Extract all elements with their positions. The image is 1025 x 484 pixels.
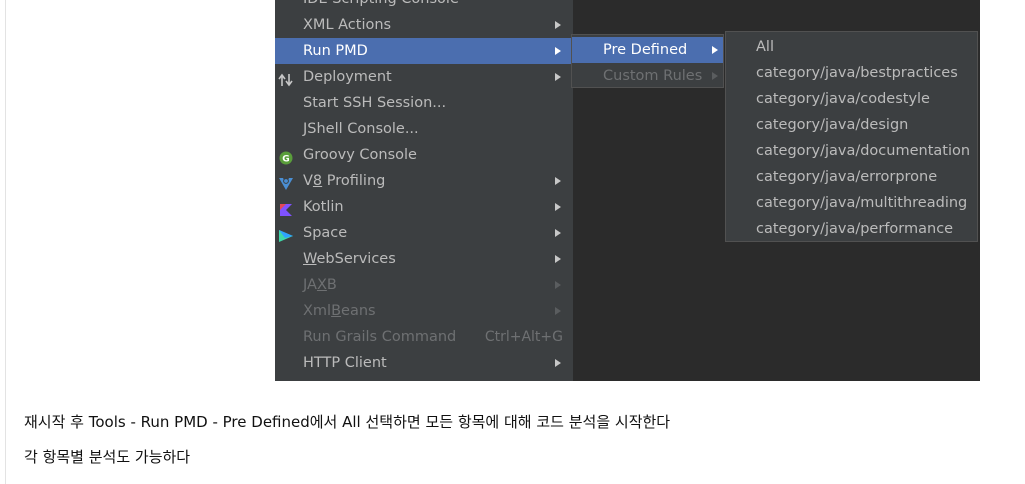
pre-defined-submenu: All category/java/bestpractices category… xyxy=(725,31,978,242)
rule-item-performance[interactable]: category/java/performance xyxy=(726,216,977,242)
menu-item-custom-rules[interactable]: Custom Rules xyxy=(572,63,723,89)
submenu-arrow-icon xyxy=(555,177,561,185)
submenu-arrow-icon xyxy=(712,72,718,80)
menu-item-label: XML Actions xyxy=(303,17,392,33)
menu-item-label: Pre Defined xyxy=(603,42,688,58)
menu-item-v8-profiling[interactable]: V8 Profiling xyxy=(275,168,573,194)
rule-item-bestpractices[interactable]: category/java/bestpractices xyxy=(726,60,977,86)
menu-item-run-grails-command[interactable]: Run Grails Command Ctrl+Alt+G xyxy=(275,324,573,350)
submenu-arrow-icon xyxy=(555,73,561,81)
menu-item-jshell-console[interactable]: JShell Console... xyxy=(275,116,573,142)
submenu-arrow-icon xyxy=(555,255,561,263)
menu-item-label: category/java/codestyle xyxy=(756,91,930,107)
kotlin-icon xyxy=(278,200,294,216)
menu-item-groovy-console[interactable]: G Groovy Console xyxy=(275,142,573,168)
tools-menu: IDE Scripting Console XML Actions Run PM… xyxy=(275,0,573,381)
menu-item-shortcut: Ctrl+Alt+G xyxy=(484,329,563,345)
rule-item-design[interactable]: category/java/design xyxy=(726,112,977,138)
menu-item-label: Space xyxy=(303,225,348,241)
menu-item-label: Custom Rules xyxy=(603,68,703,84)
menu-item-label: HTTP Client xyxy=(303,355,387,371)
rule-item-errorprone[interactable]: category/java/errorprone xyxy=(726,164,977,190)
menu-item-space[interactable]: Space xyxy=(275,220,573,246)
menu-item-run-pmd[interactable]: Run PMD xyxy=(275,38,573,64)
menu-item-deployment[interactable]: Deployment xyxy=(275,64,573,90)
menu-item-label: V8 Profiling xyxy=(303,173,386,189)
menu-item-xmlbeans[interactable]: XmlBeans xyxy=(275,298,573,324)
menu-item-label: Run PMD xyxy=(303,43,368,59)
caption-line-1: 재시작 후 Tools - Run PMD - Pre Defined에서 Al… xyxy=(24,413,671,431)
menu-item-webservices[interactable]: WebServices xyxy=(275,246,573,272)
menu-item-label: Groovy Console xyxy=(303,147,417,163)
menu-item-jaxb[interactable]: JAXB xyxy=(275,272,573,298)
run-pmd-submenu: Pre Defined Custom Rules xyxy=(571,34,724,88)
menu-item-xml-actions[interactable]: XML Actions xyxy=(275,12,573,38)
left-border-line xyxy=(5,0,6,484)
menu-item-label: Start SSH Session... xyxy=(303,95,447,111)
menu-item-label: Deployment xyxy=(303,69,392,85)
menu-item-ide-scripting-console[interactable]: IDE Scripting Console xyxy=(275,0,573,12)
menu-item-label: Kotlin xyxy=(303,199,344,215)
menu-item-label: category/java/design xyxy=(756,117,909,133)
menu-item-label: Run Grails Command xyxy=(303,329,457,345)
menu-item-label: category/java/documentation xyxy=(756,143,971,159)
menu-item-kotlin[interactable]: Kotlin xyxy=(275,194,573,220)
menu-item-start-ssh-session[interactable]: Start SSH Session... xyxy=(275,90,573,116)
svg-text:G: G xyxy=(282,155,289,165)
submenu-arrow-icon xyxy=(555,307,561,315)
rule-item-codestyle[interactable]: category/java/codestyle xyxy=(726,86,977,112)
menu-item-label: category/java/multithreading xyxy=(756,195,968,211)
submenu-arrow-icon xyxy=(555,203,561,211)
menu-item-label: category/java/bestpractices xyxy=(756,65,958,81)
menu-item-label: category/java/errorprone xyxy=(756,169,938,185)
menu-item-http-client[interactable]: HTTP Client xyxy=(275,350,573,376)
submenu-arrow-icon xyxy=(555,281,561,289)
rule-item-all[interactable]: All xyxy=(726,34,977,60)
submenu-arrow-icon xyxy=(555,21,561,29)
submenu-arrow-icon xyxy=(555,359,561,367)
menu-item-label: category/java/performance xyxy=(756,221,954,237)
menu-item-label: WebServices xyxy=(303,251,396,267)
menu-item-label: All xyxy=(756,39,774,55)
deployment-arrows-icon xyxy=(278,70,294,87)
rule-item-documentation[interactable]: category/java/documentation xyxy=(726,138,977,164)
rule-item-multithreading[interactable]: category/java/multithreading xyxy=(726,190,977,216)
space-icon xyxy=(278,226,294,242)
menu-item-label: JShell Console... xyxy=(303,121,419,137)
submenu-arrow-icon xyxy=(555,229,561,237)
groovy-icon: G xyxy=(278,148,294,165)
submenu-arrow-icon xyxy=(712,46,718,54)
menu-item-pre-defined[interactable]: Pre Defined xyxy=(572,37,723,63)
caption-line-2: 각 항목별 분석도 가능하다 xyxy=(24,448,191,466)
menu-item-label: IDE Scripting Console xyxy=(303,0,459,12)
ide-screenshot: IDE Scripting Console XML Actions Run PM… xyxy=(275,0,980,381)
v8-icon xyxy=(278,174,294,190)
menu-item-label: JAXB xyxy=(303,277,337,293)
menu-item-label: XmlBeans xyxy=(303,303,376,319)
submenu-arrow-icon xyxy=(555,47,561,55)
